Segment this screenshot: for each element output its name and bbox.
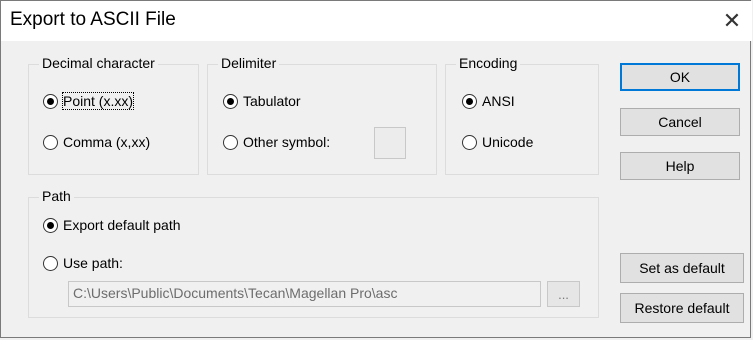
radio-use-path-label: Use path:: [63, 255, 123, 271]
title-bar[interactable]: Export to ASCII File ✕: [1, 1, 752, 41]
radio-tabulator[interactable]: Tabulator: [223, 93, 301, 109]
browse-button[interactable]: ...: [547, 281, 580, 307]
radio-other-symbol-indicator[interactable]: [223, 134, 238, 150]
radio-ansi-indicator[interactable]: [462, 93, 477, 109]
radio-tabulator-indicator[interactable]: [223, 93, 238, 109]
radio-other-symbol[interactable]: Other symbol:: [223, 134, 330, 150]
export-ascii-dialog: Export to ASCII File ✕ Decimal character…: [0, 0, 752, 338]
cancel-button[interactable]: Cancel: [620, 108, 740, 136]
help-button[interactable]: Help: [620, 152, 740, 180]
decimal-character-label: Decimal character: [39, 55, 158, 71]
radio-unicode[interactable]: Unicode: [462, 134, 533, 150]
path-input[interactable]: C:\Users\Public\Documents\Tecan\Magellan…: [68, 281, 541, 307]
other-symbol-input[interactable]: [374, 127, 406, 159]
window-title: Export to ASCII File: [10, 9, 176, 30]
restore-default-button[interactable]: Restore default: [620, 293, 744, 323]
close-icon[interactable]: ✕: [712, 1, 752, 41]
radio-use-path[interactable]: Use path:: [43, 255, 123, 271]
delimiter-label: Delimiter: [218, 55, 280, 71]
radio-export-default-path-indicator[interactable]: [43, 217, 58, 233]
radio-comma[interactable]: Comma (x,xx): [43, 134, 150, 150]
path-label: Path: [39, 188, 74, 204]
radio-unicode-label: Unicode: [482, 134, 534, 150]
radio-unicode-indicator[interactable]: [462, 134, 477, 150]
radio-comma-indicator[interactable]: [43, 134, 58, 150]
radio-point-indicator[interactable]: [43, 93, 58, 109]
radio-ansi-label: ANSI: [482, 93, 515, 109]
radio-export-default-path[interactable]: Export default path: [43, 217, 181, 233]
radio-tabulator-label: Tabulator: [243, 93, 301, 109]
set-as-default-button[interactable]: Set as default: [620, 253, 744, 283]
encoding-group: Encoding: [445, 55, 599, 175]
radio-comma-label: Comma (x,xx): [63, 134, 151, 150]
radio-point[interactable]: Point (x.xx): [43, 92, 135, 110]
ok-button[interactable]: OK: [620, 63, 740, 91]
radio-ansi[interactable]: ANSI: [462, 93, 515, 109]
decimal-character-group: Decimal character: [28, 55, 199, 175]
encoding-label: Encoding: [456, 55, 521, 71]
radio-point-label: Point (x.xx): [61, 92, 135, 110]
radio-export-default-path-label: Export default path: [63, 217, 181, 233]
radio-use-path-indicator[interactable]: [43, 255, 58, 271]
radio-other-symbol-label: Other symbol:: [243, 134, 331, 150]
